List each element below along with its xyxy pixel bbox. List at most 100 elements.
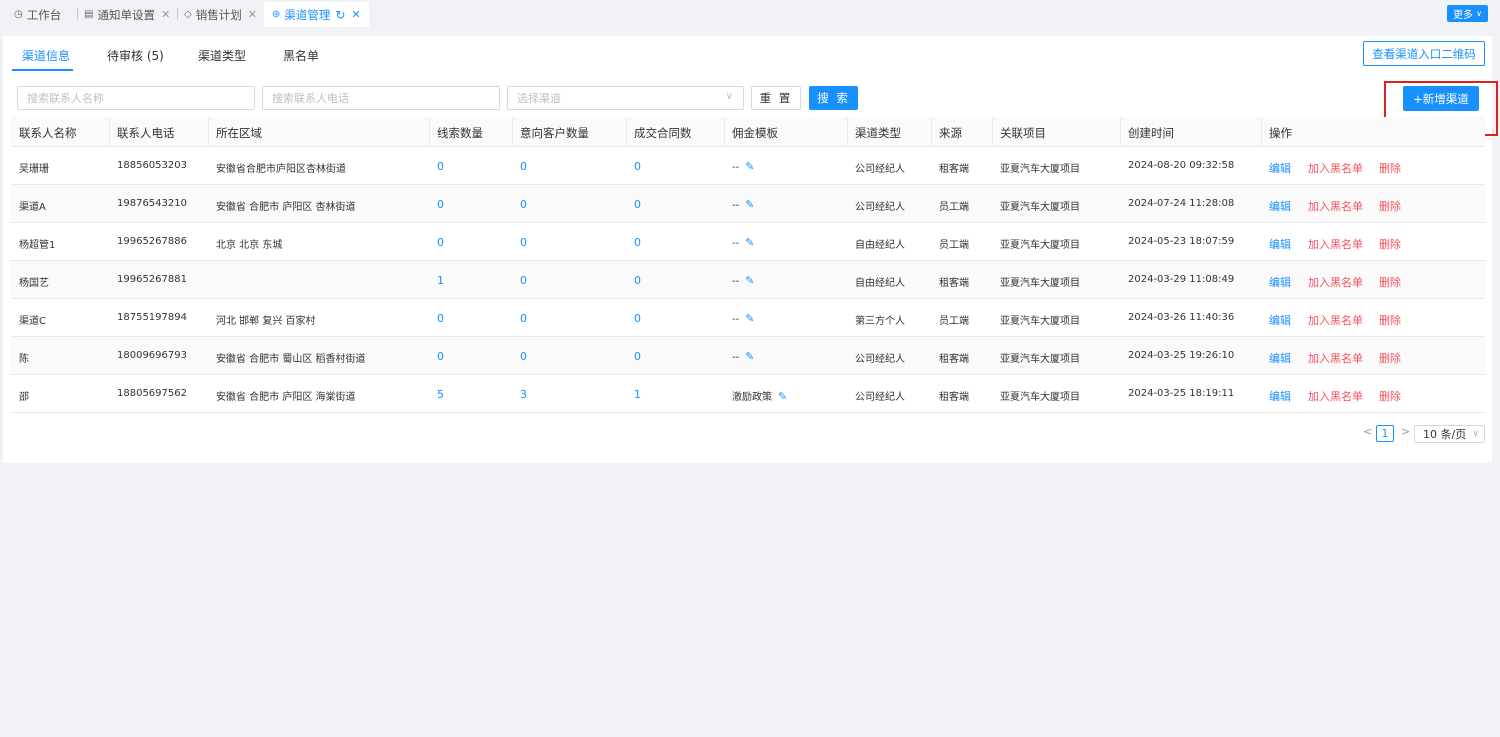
edit-icon[interactable]: ✎ bbox=[778, 390, 787, 403]
next-page-button[interactable]: > bbox=[1401, 425, 1410, 438]
add-to-blacklist-button[interactable]: 加入黑名单 bbox=[1308, 274, 1363, 290]
cell-intent[interactable]: 3 bbox=[520, 388, 527, 401]
tab-sales-plan[interactable]: ◇ 销售计划 ✕ bbox=[184, 2, 257, 27]
close-icon[interactable]: ✕ bbox=[161, 8, 170, 21]
cell-created: 2024-05-23 18:07:59 bbox=[1128, 236, 1235, 247]
reset-button[interactable]: 重 置 bbox=[751, 86, 801, 110]
tab-label: 销售计划 bbox=[195, 7, 242, 22]
refresh-icon[interactable]: ↻ bbox=[335, 8, 345, 22]
edit-button[interactable]: 编辑 bbox=[1269, 388, 1291, 404]
add-to-blacklist-button[interactable]: 加入黑名单 bbox=[1308, 388, 1363, 404]
close-icon[interactable]: ✕ bbox=[351, 8, 360, 21]
column-header: 意向客户数量 bbox=[520, 126, 589, 140]
delete-button[interactable]: 删除 bbox=[1379, 388, 1401, 404]
cell-intent[interactable]: 0 bbox=[520, 312, 527, 325]
commission-template-value: -- bbox=[732, 238, 740, 249]
add-to-blacklist-button[interactable]: 加入黑名单 bbox=[1308, 160, 1363, 176]
add-to-blacklist-button[interactable]: 加入黑名单 bbox=[1308, 198, 1363, 214]
subtab-blacklist[interactable]: 黑名单 bbox=[283, 47, 319, 64]
add-to-blacklist-button[interactable]: 加入黑名单 bbox=[1308, 236, 1363, 252]
cell-created: 2024-03-26 11:40:36 bbox=[1128, 312, 1235, 323]
subtab-pending[interactable]: 待审核 (5) bbox=[107, 47, 164, 64]
add-to-blacklist-button[interactable]: 加入黑名单 bbox=[1308, 350, 1363, 366]
cell-name: 陈 bbox=[19, 354, 29, 365]
cell-leads[interactable]: 0 bbox=[437, 350, 444, 363]
edit-button[interactable]: 编辑 bbox=[1269, 160, 1291, 176]
column-header: 关联项目 bbox=[1000, 126, 1046, 140]
edit-icon[interactable]: ✎ bbox=[745, 350, 754, 363]
cell-created: 2024-03-29 11:08:49 bbox=[1128, 274, 1235, 285]
edit-button[interactable]: 编辑 bbox=[1269, 312, 1291, 328]
cell-region: 安徽省 合肥市 庐阳区 海棠街道 bbox=[216, 392, 356, 403]
cell-name: 吴珊珊 bbox=[19, 164, 49, 175]
cell-intent[interactable]: 0 bbox=[520, 350, 527, 363]
cell-intent[interactable]: 0 bbox=[520, 160, 527, 173]
edit-icon[interactable]: ✎ bbox=[745, 312, 754, 325]
cell-source: 租客端 bbox=[939, 354, 969, 365]
edit-button[interactable]: 编辑 bbox=[1269, 350, 1291, 366]
cell-leads[interactable]: 0 bbox=[437, 160, 444, 173]
cell-intent[interactable]: 0 bbox=[520, 198, 527, 211]
delete-button[interactable]: 删除 bbox=[1379, 312, 1401, 328]
cell-leads[interactable]: 0 bbox=[437, 198, 444, 211]
more-button[interactable]: 更多 ∨ bbox=[1447, 5, 1488, 22]
cell-type: 公司经纪人 bbox=[855, 164, 905, 175]
edit-button[interactable]: 编辑 bbox=[1269, 274, 1291, 290]
cell-deals[interactable]: 0 bbox=[634, 160, 641, 173]
delete-button[interactable]: 删除 bbox=[1379, 274, 1401, 290]
cell-deals[interactable]: 0 bbox=[634, 312, 641, 325]
edit-icon[interactable]: ✎ bbox=[745, 198, 754, 211]
delete-button[interactable]: 删除 bbox=[1379, 236, 1401, 252]
tab-channel-management[interactable]: ⊛ 渠道管理 ↻ ✕ bbox=[264, 2, 369, 27]
delete-button[interactable]: 删除 bbox=[1379, 198, 1401, 214]
cell-phone: 19876543210 bbox=[117, 198, 187, 209]
channel-select[interactable]: 选择渠道 ∨ bbox=[507, 86, 744, 110]
edit-button[interactable]: 编辑 bbox=[1269, 198, 1291, 214]
commission-template-value: -- bbox=[732, 352, 740, 363]
column-divider bbox=[1120, 117, 1121, 146]
contact-name-search-input[interactable]: 搜索联系人名称 bbox=[17, 86, 255, 110]
column-divider bbox=[208, 117, 209, 146]
cell-leads[interactable]: 0 bbox=[437, 236, 444, 249]
commission-template-value: -- bbox=[732, 276, 740, 287]
cell-deals[interactable]: 1 bbox=[634, 388, 641, 401]
column-header: 联系人名称 bbox=[19, 126, 77, 140]
column-header: 联系人电话 bbox=[117, 126, 175, 140]
edit-icon[interactable]: ✎ bbox=[745, 274, 754, 287]
view-qr-code-button[interactable]: 查看渠道入口二维码 bbox=[1363, 41, 1485, 66]
cell-project: 亚夏汽车大厦项目 bbox=[1000, 354, 1080, 365]
page-1-button[interactable]: 1 bbox=[1376, 425, 1394, 442]
edit-button[interactable]: 编辑 bbox=[1269, 236, 1291, 252]
page-size-label: 10 条/页 bbox=[1423, 428, 1467, 441]
cell-source: 租客端 bbox=[939, 164, 969, 175]
cell-type: 公司经纪人 bbox=[855, 202, 905, 213]
add-to-blacklist-button[interactable]: 加入黑名单 bbox=[1308, 312, 1363, 328]
edit-icon[interactable]: ✎ bbox=[745, 160, 754, 173]
table-row: 渠道C 18755197894 河北 邯郸 复兴 百家村 0 0 0 -- ✎ 第三方个人 员工端… bbox=[11, 299, 1485, 337]
prev-page-button[interactable]: < bbox=[1363, 425, 1372, 438]
chevron-down-icon: ∨ bbox=[725, 91, 733, 102]
cell-deals[interactable]: 0 bbox=[634, 198, 641, 211]
cell-intent[interactable]: 0 bbox=[520, 274, 527, 287]
page-size-select[interactable]: 10 条/页 ∨ bbox=[1414, 425, 1485, 443]
cell-deals[interactable]: 0 bbox=[634, 274, 641, 287]
settings-icon: ⊛ bbox=[272, 9, 281, 20]
cell-leads[interactable]: 1 bbox=[437, 274, 444, 287]
cell-leads[interactable]: 5 bbox=[437, 388, 444, 401]
tab-notice-settings[interactable]: ▤ 通知单设置 ✕ bbox=[84, 2, 170, 27]
delete-button[interactable]: 删除 bbox=[1379, 160, 1401, 176]
delete-button[interactable]: 删除 bbox=[1379, 350, 1401, 366]
cell-region: 北京 北京 东城 bbox=[216, 240, 283, 251]
close-icon[interactable]: ✕ bbox=[248, 8, 257, 21]
search-button[interactable]: 搜 索 bbox=[809, 86, 858, 110]
tab-workbench[interactable]: ◷ 工作台 bbox=[14, 2, 61, 27]
subtab-channel-info[interactable]: 渠道信息 bbox=[22, 47, 70, 64]
column-header: 线索数量 bbox=[437, 126, 483, 140]
cell-deals[interactable]: 0 bbox=[634, 236, 641, 249]
subtab-channel-type[interactable]: 渠道类型 bbox=[198, 47, 246, 64]
cell-intent[interactable]: 0 bbox=[520, 236, 527, 249]
contact-phone-search-input[interactable]: 搜索联系人电话 bbox=[262, 86, 500, 110]
cell-deals[interactable]: 0 bbox=[634, 350, 641, 363]
edit-icon[interactable]: ✎ bbox=[745, 236, 754, 249]
cell-leads[interactable]: 0 bbox=[437, 312, 444, 325]
